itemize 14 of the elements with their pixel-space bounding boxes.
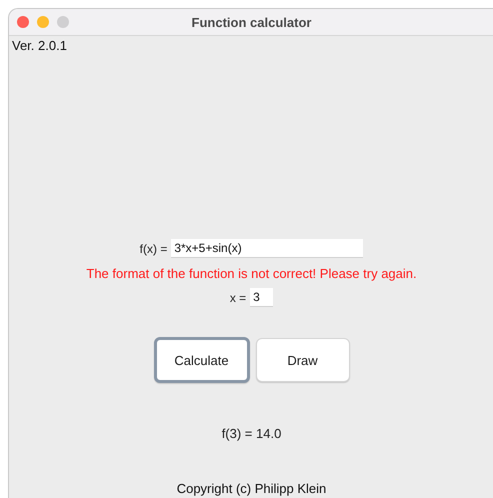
function-label: f(x) = <box>140 242 168 256</box>
copyright-label: Copyright (c) Philipp Klein <box>176 481 326 496</box>
window-title: Function calculator <box>192 14 312 30</box>
draw-button[interactable]: Draw <box>256 338 350 382</box>
minimize-icon[interactable] <box>37 16 49 28</box>
error-message: The format of the function is not correct! Please try again. <box>86 266 417 281</box>
x-label: x = <box>230 290 246 304</box>
zoom-icon <box>57 16 69 28</box>
result-label: f(3) = 14.0 <box>222 426 282 441</box>
x-field[interactable]: 3 <box>250 288 274 307</box>
close-icon[interactable] <box>17 16 29 28</box>
calculate-button[interactable]: Calculate <box>154 337 250 383</box>
function-field[interactable]: 3*x+5+sin(x) <box>171 239 364 258</box>
version-label: Ver. 2.0.1 <box>12 38 67 53</box>
